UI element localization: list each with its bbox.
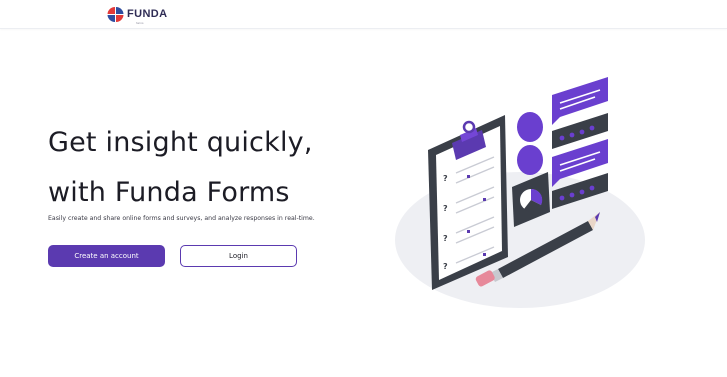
login-button[interactable]: Login <box>180 245 297 267</box>
purple-circle-1 <box>517 112 543 142</box>
svg-text:?: ? <box>443 262 448 271</box>
purple-circle-2 <box>517 145 543 175</box>
svg-text:?: ? <box>443 174 448 183</box>
hero-subtitle: Easily create and share online forms and… <box>48 215 315 222</box>
funda-logo-icon <box>107 7 124 22</box>
logo-wordmark: FUNDA <box>127 8 168 20</box>
top-navigation-bar: FUNDA forms <box>0 0 727 29</box>
logo-tagline: forms <box>136 21 144 25</box>
hero-title-line-2: with Funda Forms <box>48 177 290 208</box>
hero-title: Get insight quickly, with Funda Forms <box>48 118 313 218</box>
clipboard-survey-illustration: ? ? ? ? <box>395 77 645 308</box>
clipboard-clip-ring <box>462 120 476 134</box>
funda-logo[interactable]: FUNDA forms <box>107 7 168 25</box>
hero-title-line-1: Get insight quickly, <box>48 127 313 158</box>
create-account-button[interactable]: Create an account <box>48 245 165 267</box>
svg-text:?: ? <box>443 234 448 243</box>
svg-text:?: ? <box>443 204 448 213</box>
